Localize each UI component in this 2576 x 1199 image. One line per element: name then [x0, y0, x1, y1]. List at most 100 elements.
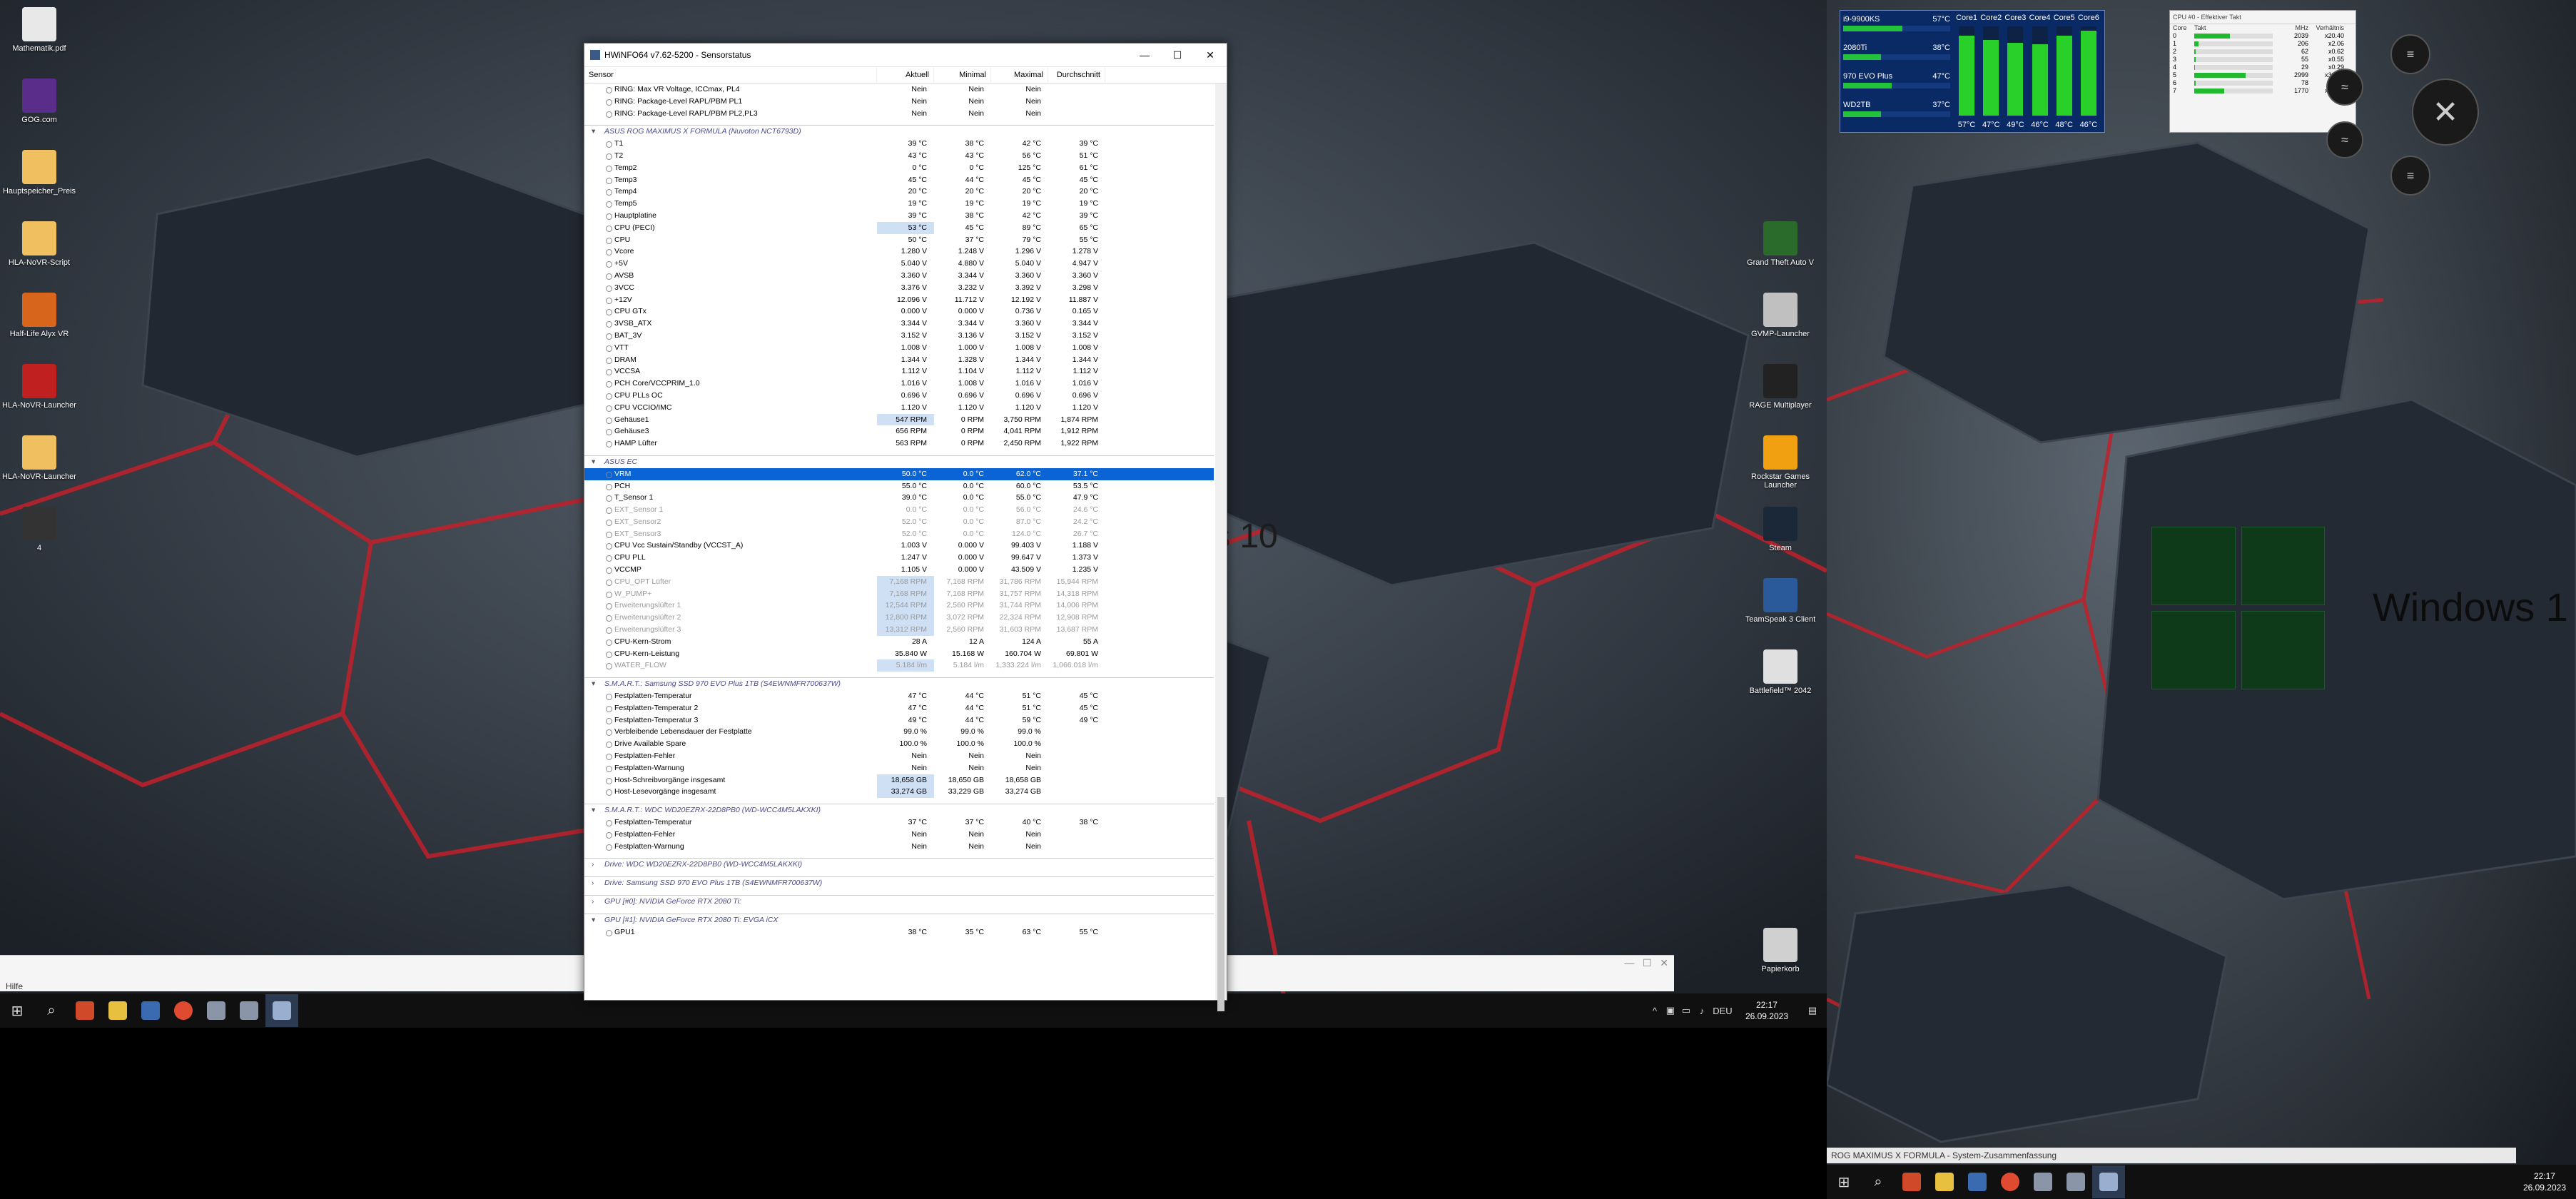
sensor-row[interactable]: Host-Schreibvorgänge insgesamt 18,658 GB 1… — [584, 774, 1214, 786]
taskbar-app[interactable] — [233, 994, 265, 1027]
close-button[interactable]: ✕ — [1194, 49, 1227, 61]
title-bar[interactable]: HWiNFO64 v7.62-5200 - Sensorstatus — ☐ ✕ — [584, 44, 1227, 67]
sensor-list[interactable]: RING: Max VR Voltage, ICCmax, PL4 Nein Nei… — [584, 84, 1214, 1000]
desktop-icon[interactable]: GOG.com — [0, 79, 78, 124]
col-max[interactable]: Maximal — [991, 67, 1048, 83]
sensor-row[interactable]: Festplatten-Fehler Nein Nein Nein — [584, 829, 1214, 841]
sensor-row[interactable]: CPU GTx 0.000 V 0.000 V 0.736 V 0.165 V — [584, 305, 1214, 318]
sensor-row[interactable]: CPU (PECI) 53 °C 45 °C 89 °C 65 °C — [584, 221, 1214, 234]
network-icon[interactable]: ▭ — [1678, 1005, 1694, 1016]
sensor-row[interactable]: T2 43 °C 43 °C 56 °C 51 °C — [584, 150, 1214, 162]
sensor-row[interactable]: Gehäuse3 656 RPM 0 RPM 4,041 RPM 1,912 RPM — [584, 425, 1214, 437]
taskbar-app[interactable] — [1961, 1165, 1994, 1198]
sensor-group[interactable]: ASUS ROG MAXIMUS X FORMULA (Nuvoton NCT6… — [584, 125, 1214, 138]
x-gadget-icon[interactable]: ✕ — [2412, 79, 2479, 146]
sensor-row[interactable]: Drive Available Spare 100.0 % 100.0 % 100.0… — [584, 738, 1214, 750]
desktop-icon[interactable]: RAGE Multiplayer — [1741, 364, 1820, 410]
sensor-row[interactable]: Vcore 1.280 V 1.248 V 1.296 V 1.278 V — [584, 246, 1214, 258]
taskbar-app[interactable] — [200, 994, 233, 1027]
sensor-row[interactable]: CPU_OPT Lüfter 7,168 RPM 7,168 RPM 31,786 R… — [584, 575, 1214, 588]
gadget-button[interactable]: ≈ — [2326, 69, 2363, 106]
sensor-group[interactable]: Drive: Samsung SSD 970 EVO Plus 1TB (S4E… — [584, 876, 1214, 889]
sensor-row[interactable]: PCH 55.0 °C 0.0 °C 60.0 °C 53.5 °C — [584, 480, 1214, 492]
sensor-row[interactable]: Temp2 0 °C 0 °C 125 °C 61 °C — [584, 162, 1214, 174]
sensor-row[interactable]: EXT_Sensor3 52.0 °C 0.0 °C 124.0 °C 26.7 °C — [584, 528, 1214, 540]
sensor-group[interactable]: GPU [#0]: NVIDIA GeForce RTX 2080 Ti: — [584, 895, 1214, 908]
sensor-row[interactable]: WATER_FLOW 5.184 l/m 5.184 l/m 1,333.224 l/… — [584, 659, 1214, 672]
folder-icon[interactable] — [1928, 1165, 1961, 1198]
desktop-icon[interactable]: TeamSpeak 3 Client — [1741, 578, 1820, 624]
desktop-icon[interactable]: Hauptspeicher_Preis — [0, 150, 78, 196]
temperature-gadget[interactable]: i9-9900KS 57°C 2080Ti 38°C 970 EVO Plus 47°C W… — [1840, 10, 2105, 133]
window-controls[interactable]: — ☐ ✕ — [1624, 957, 1668, 969]
desktop-icon[interactable]: Rockstar Games Launcher — [1741, 435, 1820, 490]
desktop-icon[interactable]: HLA-NoVR-Launcher — [0, 364, 78, 410]
hwinfo-window[interactable]: HWiNFO64 v7.62-5200 - Sensorstatus — ☐ ✕… — [584, 43, 1227, 1011]
sensor-row[interactable]: Festplatten-Temperatur 3 49 °C 44 °C 59 °C 4… — [584, 714, 1214, 727]
sensor-row[interactable]: Gehäuse1 547 RPM 0 RPM 3,750 RPM 1,874 RPM — [584, 413, 1214, 426]
sensor-row[interactable]: Festplatten-Warnung Nein Nein Nein — [584, 841, 1214, 853]
sensor-row[interactable]: VRM 50.0 °C 0.0 °C 62.0 °C 37.1 °C — [584, 467, 1214, 480]
sensor-row[interactable]: Temp3 45 °C 44 °C 45 °C 45 °C — [584, 174, 1214, 186]
sensor-row[interactable]: CPU PLLs OC 0.696 V 0.696 V 0.696 V 0.696 V — [584, 390, 1214, 402]
menu-hilfe[interactable]: Hilfe — [6, 981, 23, 991]
sensor-row[interactable]: +12V 12.096 V 11.712 V 12.192 V 11.887 V — [584, 294, 1214, 306]
hwinfo-taskbar-icon[interactable] — [265, 994, 298, 1027]
desktop-icon[interactable]: 4 — [0, 507, 78, 552]
sensor-row[interactable]: Festplatten-Temperatur 47 °C 44 °C 51 °C 45 … — [584, 690, 1214, 702]
sensor-row[interactable]: Festplatten-Fehler Nein Nein Nein — [584, 750, 1214, 762]
cpu-clock-gadget[interactable]: CPU #0 - Effektiver Takt Core Takt MHz V… — [2169, 10, 2356, 133]
sensor-row[interactable]: Erweiterungslüfter 3 13,312 RPM 2,560 RPM 3… — [584, 624, 1214, 636]
volume-icon[interactable]: ♪ — [1694, 1006, 1710, 1016]
sensor-row[interactable]: Festplatten-Warnung Nein Nein Nein — [584, 762, 1214, 774]
hwinfo-taskbar-icon[interactable] — [2092, 1165, 2125, 1198]
gadget-button[interactable]: ≡ — [2390, 156, 2430, 196]
taskbar-app[interactable] — [69, 994, 101, 1027]
sensor-row[interactable]: +5V 5.040 V 4.880 V 5.040 V 4.947 V — [584, 258, 1214, 270]
sensor-row[interactable]: Temp5 19 °C 19 °C 19 °C 19 °C — [584, 198, 1214, 210]
sensor-row[interactable]: W_PUMP+ 7,168 RPM 7,168 RPM 31,757 RPM 14,31… — [584, 587, 1214, 600]
sensor-row[interactable]: BAT_3V 3.152 V 3.136 V 3.152 V 3.152 V — [584, 330, 1214, 342]
sensor-row[interactable]: HAMP Lüfter 563 RPM 0 RPM 2,450 RPM 1,922 RP… — [584, 437, 1214, 450]
desktop-icon[interactable]: Half-Life Alyx VR — [0, 293, 78, 338]
start-button[interactable]: ⊞ — [1827, 1165, 1861, 1199]
col-current[interactable]: Aktuell — [877, 67, 934, 83]
folder-icon[interactable] — [101, 994, 134, 1027]
sensor-row[interactable]: 3VCC 3.376 V 3.232 V 3.392 V 3.298 V — [584, 282, 1214, 294]
sensor-row[interactable]: EXT_Sensor2 52.0 °C 0.0 °C 87.0 °C 24.2 °C — [584, 516, 1214, 528]
sensor-row[interactable]: VCCSA 1.112 V 1.104 V 1.112 V 1.112 V — [584, 365, 1214, 378]
desktop-icon[interactable]: Mathematik.pdf — [0, 7, 78, 53]
col-min[interactable]: Minimal — [934, 67, 991, 83]
sensor-row[interactable]: Festplatten-Temperatur 2 47 °C 44 °C 51 °C 4… — [584, 702, 1214, 714]
desktop-icon[interactable]: Grand Theft Auto V — [1741, 221, 1820, 267]
gadget-button[interactable]: ≡ — [2390, 34, 2430, 74]
sensor-row[interactable]: CPU-Kern-Strom 28 A 12 A 124 A 55 A — [584, 636, 1214, 648]
sensor-row[interactable]: RING: Package-Level RAPL/PBM PL1 Nein Nein… — [584, 96, 1214, 108]
sensor-row[interactable]: GPU1 38 °C 35 °C 63 °C 55 °C — [584, 926, 1214, 939]
search-icon[interactable]: ⌕ — [34, 993, 69, 1028]
taskbar-app[interactable] — [1895, 1165, 1928, 1198]
taskbar-app[interactable] — [134, 994, 167, 1027]
sensor-row[interactable]: VCCMP 1.105 V 0.000 V 43.509 V 1.235 V — [584, 564, 1214, 576]
start-button[interactable]: ⊞ — [0, 993, 34, 1028]
sensor-group[interactable]: S.M.A.R.T.: Samsung SSD 970 EVO Plus 1TB… — [584, 677, 1214, 690]
sensor-row[interactable]: T_Sensor 1 39.0 °C 0.0 °C 55.0 °C 47.9 °C — [584, 492, 1214, 504]
sensor-row[interactable]: CPU 50 °C 37 °C 79 °C 55 °C — [584, 234, 1214, 246]
sensor-row[interactable]: CPU PLL 1.247 V 0.000 V 99.647 V 1.373 V — [584, 552, 1214, 564]
col-avg[interactable]: Durchschnitt — [1048, 67, 1105, 83]
taskbar-app[interactable] — [2059, 1165, 2092, 1198]
language-indicator[interactable]: DEU — [1710, 1006, 1735, 1016]
scrollbar-thumb[interactable] — [1217, 797, 1224, 1011]
gadget-button[interactable]: ≈ — [2326, 121, 2363, 158]
sensor-row[interactable]: RING: Package-Level RAPL/PBM PL2,PL3 Nein… — [584, 108, 1214, 120]
chrome-icon[interactable] — [167, 994, 200, 1027]
sensor-row[interactable]: CPU Vcc Sustain/Standby (VCCST_A) 1.003 V… — [584, 540, 1214, 552]
sensor-row[interactable]: Temp4 20 °C 20 °C 20 °C 20 °C — [584, 186, 1214, 198]
sensor-row[interactable]: Host-Lesevorgänge insgesamt 33,274 GB 33,2… — [584, 786, 1214, 799]
sensor-row[interactable]: Erweiterungslüfter 2 12,800 RPM 3,072 RPM 2… — [584, 612, 1214, 624]
sensor-row[interactable]: Erweiterungslüfter 1 12,544 RPM 2,560 RPM 3… — [584, 600, 1214, 612]
notification-icon[interactable]: ▤ — [1798, 1005, 1827, 1016]
sensor-row[interactable]: PCH Core/VCCPRIM_1.0 1.016 V 1.008 V 1.016 … — [584, 378, 1214, 390]
chevron-up-icon[interactable]: ^ — [1647, 1006, 1663, 1016]
chrome-icon[interactable] — [1994, 1165, 2027, 1198]
